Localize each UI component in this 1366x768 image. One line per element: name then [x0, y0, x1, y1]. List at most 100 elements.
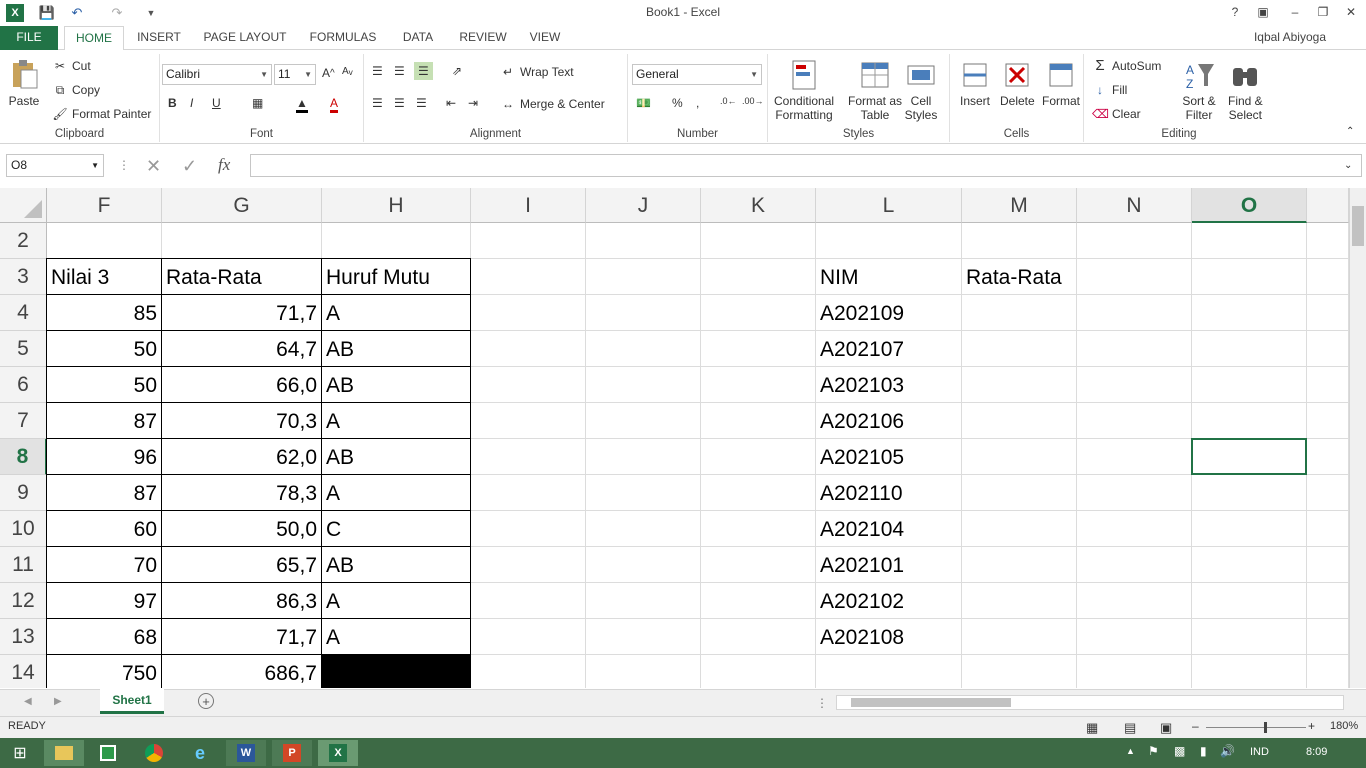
row-header-14[interactable]: 14: [0, 655, 47, 688]
cell-j12[interactable]: [586, 583, 701, 619]
cell-f7[interactable]: 87: [46, 402, 162, 439]
cell-k5[interactable]: [701, 331, 816, 367]
cell-j14[interactable]: [586, 655, 701, 688]
cell-m4[interactable]: [962, 295, 1077, 331]
row-header-7[interactable]: 7: [0, 403, 47, 439]
format-painter-button[interactable]: 🖌 Format Painter: [52, 106, 151, 122]
comma-button[interactable]: ,: [696, 96, 699, 110]
cell-j10[interactable]: [586, 511, 701, 547]
cell-partial[interactable]: [1307, 403, 1349, 439]
ribbon-display-button[interactable]: ▣: [1250, 2, 1276, 22]
cell-h6[interactable]: AB: [321, 366, 471, 403]
cell-j3[interactable]: [586, 259, 701, 295]
horizontal-scrollbar[interactable]: [836, 695, 1344, 710]
zoom-level[interactable]: 180%: [1330, 720, 1358, 732]
cell-h2[interactable]: [322, 223, 471, 259]
cell-i7[interactable]: [471, 403, 586, 439]
cell-i13[interactable]: [471, 619, 586, 655]
page-layout-view-icon[interactable]: ▤: [1124, 720, 1136, 736]
cell-l8[interactable]: A202105: [816, 439, 962, 475]
cell-j2[interactable]: [586, 223, 701, 259]
font-color-icon[interactable]: A: [330, 96, 339, 113]
bold-button[interactable]: B: [168, 96, 177, 110]
cell-o6[interactable]: [1192, 367, 1307, 403]
cell-k13[interactable]: [701, 619, 816, 655]
cell-partial[interactable]: [1307, 475, 1349, 511]
cell-g8[interactable]: 62,0: [161, 438, 322, 475]
cell-m12[interactable]: [962, 583, 1077, 619]
cell-j11[interactable]: [586, 547, 701, 583]
minimize-button[interactable]: –: [1282, 2, 1308, 22]
cell-f13[interactable]: 68: [46, 618, 162, 655]
tab-page-layout[interactable]: PAGE LAYOUT: [198, 26, 292, 50]
cell-o2[interactable]: [1192, 223, 1307, 259]
cell-g14[interactable]: 686,7: [161, 654, 322, 688]
cell-m10[interactable]: [962, 511, 1077, 547]
cell-f10[interactable]: 60: [46, 510, 162, 547]
shrink-font-button[interactable]: Av: [342, 66, 353, 77]
cell-h12[interactable]: A: [321, 582, 471, 619]
cell-styles-button[interactable]: Cell Styles: [904, 58, 938, 122]
cell-j5[interactable]: [586, 331, 701, 367]
cell-j6[interactable]: [586, 367, 701, 403]
sheet-tab-sheet1[interactable]: Sheet1: [100, 689, 164, 714]
cell-i5[interactable]: [471, 331, 586, 367]
normal-view-icon[interactable]: ▦: [1086, 720, 1098, 736]
cell-j4[interactable]: [586, 295, 701, 331]
row-header-2[interactable]: 2: [0, 223, 47, 259]
powerpoint-icon[interactable]: P: [272, 740, 312, 766]
cell-partial[interactable]: [1307, 259, 1349, 295]
decrease-decimal-icon[interactable]: .00→: [742, 96, 764, 106]
cell-i14[interactable]: [471, 655, 586, 688]
cell-g3[interactable]: Rata-Rata: [161, 258, 322, 295]
help-button[interactable]: ?: [1222, 2, 1248, 22]
volume-icon[interactable]: 🔊: [1220, 744, 1235, 758]
sort-filter-button[interactable]: AZ Sort & Filter: [1182, 58, 1216, 122]
cell-i6[interactable]: [471, 367, 586, 403]
cell-k8[interactable]: [701, 439, 816, 475]
italic-button[interactable]: I: [190, 96, 193, 110]
windows-start-icon[interactable]: ⊞: [0, 740, 40, 766]
row-header-8[interactable]: 8: [0, 439, 47, 475]
cut-button[interactable]: ✂ Cut: [52, 58, 91, 74]
cell-f6[interactable]: 50: [46, 366, 162, 403]
cell-h4[interactable]: A: [321, 294, 471, 331]
cell-f3[interactable]: Nilai 3: [46, 258, 162, 295]
column-header-j[interactable]: J: [586, 188, 701, 223]
decrease-indent-icon[interactable]: ⇤: [446, 96, 456, 110]
zoom-in-button[interactable]: +: [1308, 719, 1315, 733]
new-sheet-icon[interactable]: +: [198, 693, 214, 709]
cell-m11[interactable]: [962, 547, 1077, 583]
fill-button[interactable]: ↓ Fill: [1092, 82, 1127, 98]
collapse-ribbon-icon[interactable]: ⌃: [1346, 126, 1354, 137]
cell-g7[interactable]: 70,3: [161, 402, 322, 439]
row-header-3[interactable]: 3: [0, 259, 47, 295]
cell-n10[interactable]: [1077, 511, 1192, 547]
cell-n6[interactable]: [1077, 367, 1192, 403]
column-header-f[interactable]: F: [47, 188, 162, 223]
clock[interactable]: 8:09: [1306, 746, 1327, 758]
cell-n5[interactable]: [1077, 331, 1192, 367]
cell-l6[interactable]: A202103: [816, 367, 962, 403]
page-break-view-icon[interactable]: ▣: [1160, 720, 1172, 736]
paste-button[interactable]: Paste: [6, 58, 42, 108]
cell-o3[interactable]: [1192, 259, 1307, 295]
cell-o10[interactable]: [1192, 511, 1307, 547]
cell-i12[interactable]: [471, 583, 586, 619]
copy-button[interactable]: ⧉ Copy: [52, 82, 100, 98]
cell-o9[interactable]: [1192, 475, 1307, 511]
cell-n4[interactable]: [1077, 295, 1192, 331]
cell-m7[interactable]: [962, 403, 1077, 439]
cell-o13[interactable]: [1192, 619, 1307, 655]
merge-center-button[interactable]: ↔ Merge & Center: [500, 96, 605, 112]
cell-o4[interactable]: [1192, 295, 1307, 331]
zoom-out-button[interactable]: –: [1192, 719, 1199, 733]
tab-insert[interactable]: INSERT: [132, 26, 186, 50]
show-hidden-icons[interactable]: ▲: [1126, 746, 1135, 756]
scroll-left-icon[interactable]: ◀: [24, 696, 32, 707]
tab-view[interactable]: VIEW: [524, 26, 566, 50]
cell-g13[interactable]: 71,7: [161, 618, 322, 655]
grow-font-button[interactable]: A ^: [322, 66, 335, 80]
cell-l10[interactable]: A202104: [816, 511, 962, 547]
formula-input[interactable]: [250, 154, 1362, 177]
